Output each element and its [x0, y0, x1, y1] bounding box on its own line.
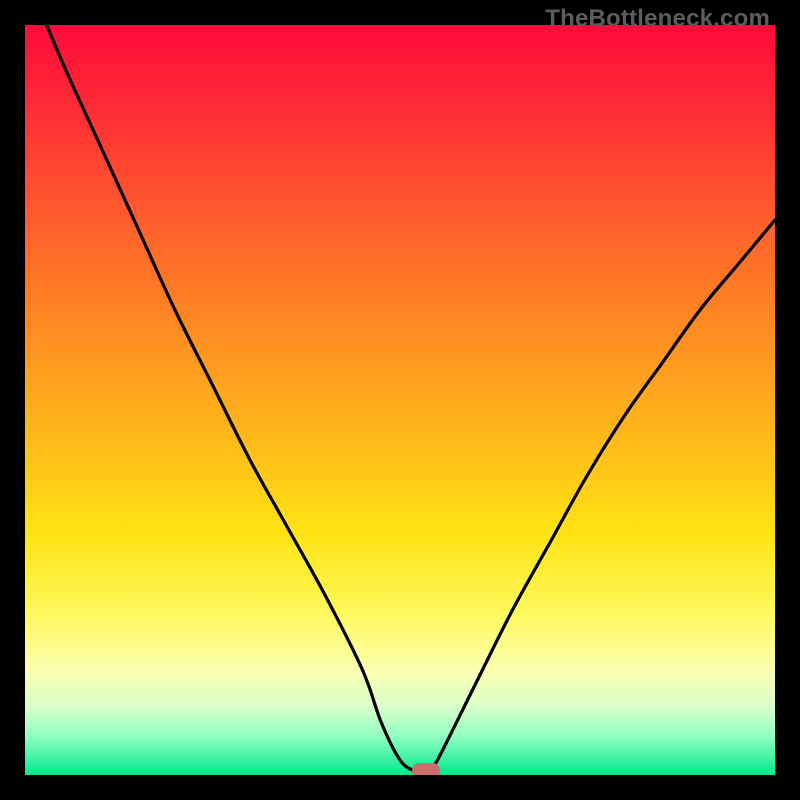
watermark-text: TheBottleneck.com	[545, 5, 770, 33]
bottleneck-curve	[25, 25, 775, 775]
minimum-marker	[412, 763, 440, 775]
chart-stage: TheBottleneck.com	[0, 0, 800, 800]
plot-area	[25, 25, 775, 775]
